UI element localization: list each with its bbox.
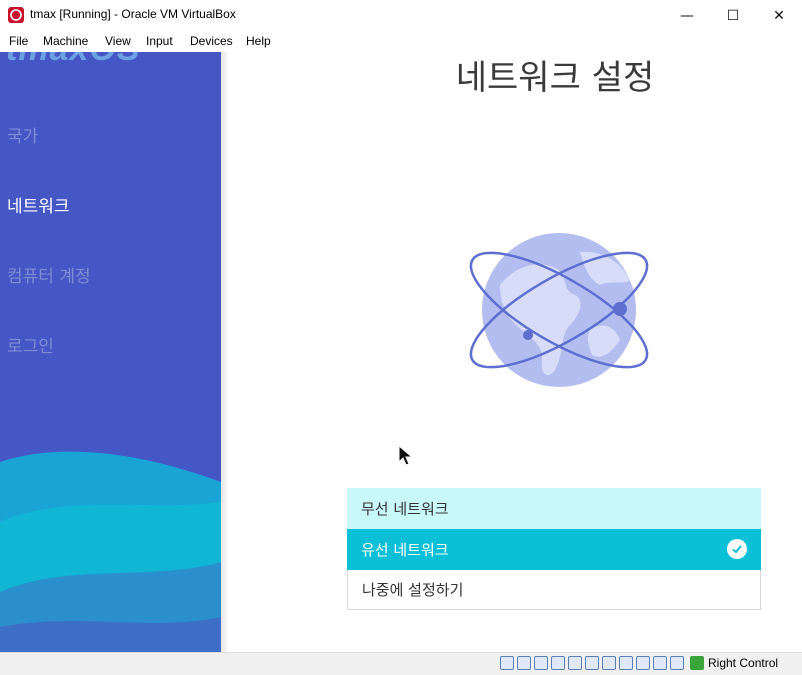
option-label: 나중에 설정하기 xyxy=(362,581,464,599)
usb-icon[interactable] xyxy=(568,656,582,670)
audio-icon[interactable] xyxy=(534,656,548,670)
network-options: 무선 네트워크 유선 네트워크 나중에 설정하기 xyxy=(347,488,761,610)
option-setup-later[interactable]: 나중에 설정하기 xyxy=(347,570,761,610)
minimize-button[interactable]: — xyxy=(664,0,710,31)
option-label: 유선 네트워크 xyxy=(361,541,449,559)
window-title: tmax [Running] - Oracle VM VirtualBox xyxy=(30,7,236,21)
setup-sidebar: tmaxOS 국가 네트워크 컴퓨터 계정 로그인 xyxy=(0,52,221,652)
option-wireless-network[interactable]: 무선 네트워크 xyxy=(347,488,761,529)
mouse-integration-icon[interactable] xyxy=(653,656,667,670)
menu-help[interactable]: Help xyxy=(246,34,271,48)
maximize-button[interactable]: ☐ xyxy=(710,0,756,31)
network-icon[interactable] xyxy=(551,656,565,670)
status-bar: Right Control xyxy=(0,652,802,675)
vm-display[interactable]: tmaxOS 국가 네트워크 컴퓨터 계정 로그인 네트워크 설정 무선 네트워… xyxy=(0,52,802,652)
recording-icon[interactable] xyxy=(670,656,684,670)
sidebar-divider xyxy=(221,52,228,652)
display-icon[interactable] xyxy=(602,656,616,670)
optical-drive-icon[interactable] xyxy=(517,656,531,670)
host-key-label: Right Control xyxy=(708,656,779,670)
sidebar-item-country: 국가 xyxy=(7,127,39,147)
mouse-cursor-icon xyxy=(398,445,414,466)
sidebar-item-network: 네트워크 xyxy=(7,197,70,217)
sidebar-item-login: 로그인 xyxy=(7,337,54,357)
shared-folders-icon[interactable] xyxy=(585,656,599,670)
menu-devices[interactable]: Devices xyxy=(190,34,233,48)
menu-input[interactable]: Input xyxy=(146,34,173,48)
cpu-icon[interactable] xyxy=(636,656,650,670)
option-wired-network[interactable]: 유선 네트워크 xyxy=(347,529,761,570)
menu-file[interactable]: File xyxy=(9,34,28,48)
check-icon xyxy=(727,539,747,559)
menu-bar: File Machine View Input Devices Help xyxy=(0,31,802,53)
keyboard-capture-icon[interactable] xyxy=(690,656,704,670)
video-capture-icon[interactable] xyxy=(619,656,633,670)
page-title: 네트워크 설정 xyxy=(455,58,655,98)
device-icons xyxy=(500,656,684,670)
tmaxos-logo: tmaxOS xyxy=(6,52,141,69)
menu-view[interactable]: View xyxy=(105,34,131,48)
globe-network-icon xyxy=(469,233,649,387)
virtualbox-icon xyxy=(8,7,24,23)
option-label: 무선 네트워크 xyxy=(361,500,449,518)
menu-machine[interactable]: Machine xyxy=(43,34,88,48)
close-button[interactable]: ✕ xyxy=(756,0,802,31)
wave-decoration xyxy=(0,451,221,652)
title-bar: tmax [Running] - Oracle VM VirtualBox — … xyxy=(0,0,802,31)
sidebar-item-account: 컴퓨터 계정 xyxy=(7,267,91,287)
hard-disk-icon[interactable] xyxy=(500,656,514,670)
